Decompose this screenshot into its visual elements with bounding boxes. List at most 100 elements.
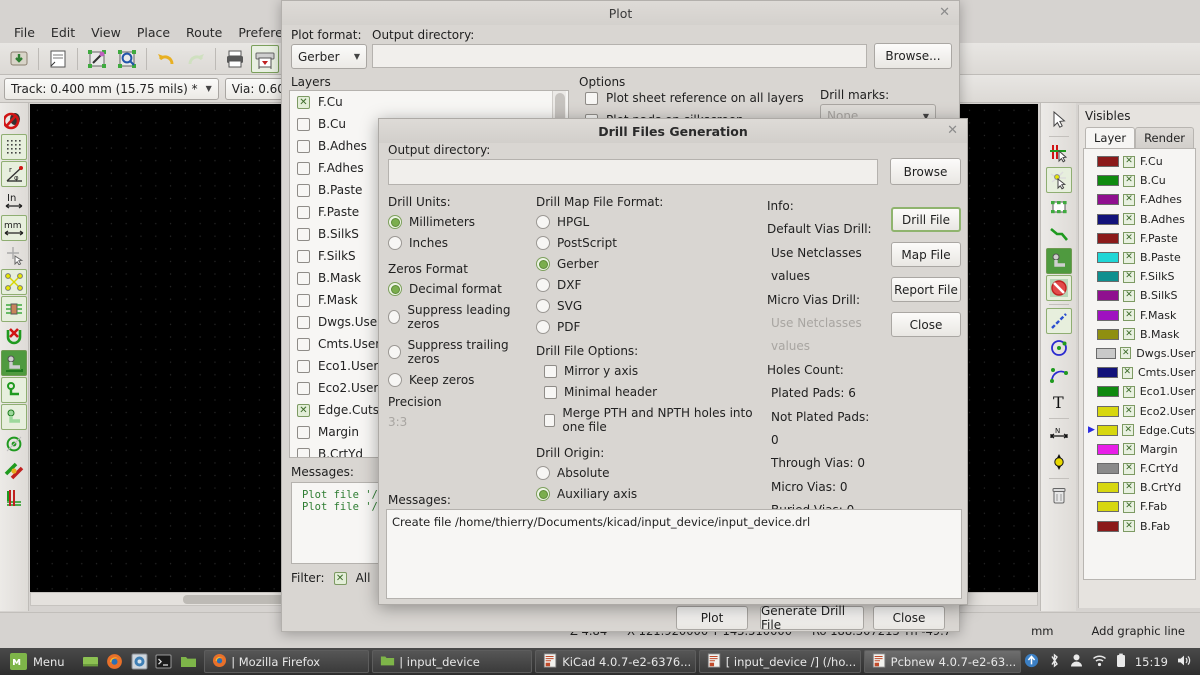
layer-color-swatch[interactable] <box>1097 309 1119 321</box>
checkbox-layer-b-paste[interactable] <box>297 183 310 197</box>
show-zones-outline-icon[interactable] <box>1 404 27 430</box>
layer-color-swatch[interactable] <box>1097 290 1119 302</box>
menu-item-view[interactable]: View <box>83 23 129 42</box>
update-manager-icon[interactable] <box>1024 653 1039 671</box>
tab-layer[interactable]: Layer <box>1085 127 1136 148</box>
track-sketch-icon[interactable] <box>1 458 27 484</box>
layer-color-swatch[interactable] <box>1097 501 1119 513</box>
units-mm-icon[interactable]: mm <box>1 215 27 241</box>
checkbox-layer-b-mask[interactable] <box>297 271 310 285</box>
visibles-layer-row[interactable]: ✕ Cmts.User <box>1084 363 1195 382</box>
checkbox-layer-f-paste[interactable] <box>297 205 310 219</box>
radio-indicator[interactable] <box>388 373 402 387</box>
add-zone-icon[interactable] <box>1045 248 1072 274</box>
bluetooth-icon[interactable] <box>1048 653 1061 671</box>
visibles-layer-row[interactable]: ✕ Margin <box>1084 440 1195 459</box>
visibles-layer-row[interactable]: ✕ F.Mask <box>1084 306 1195 325</box>
visibles-layer-row[interactable]: ✕ Eco2.User <box>1084 401 1195 420</box>
add-text-icon[interactable]: T <box>1046 389 1072 415</box>
radio-gerber[interactable]: Gerber <box>536 257 766 271</box>
layer-color-swatch[interactable] <box>1096 405 1119 417</box>
delete-icon[interactable] <box>1046 482 1072 508</box>
polar-coords-icon[interactable]: rφ <box>1 161 27 187</box>
visibles-layer-row[interactable]: ✕ F.Cu <box>1084 152 1195 171</box>
menu-item-edit[interactable]: Edit <box>43 23 83 42</box>
checkbox-visible-f-fab[interactable]: ✕ <box>1123 500 1135 513</box>
checkbox-visible-f-cu[interactable]: ✕ <box>1123 155 1135 168</box>
image-viewer-launcher-icon[interactable] <box>130 652 150 672</box>
checkbox-mirror-y-axis[interactable] <box>544 364 557 378</box>
radio-suppress-leading-zeros[interactable]: Suppress leading zeros <box>388 303 528 331</box>
checkbox-visible-b-fab[interactable]: ✕ <box>1123 520 1135 533</box>
start-menu-button[interactable]: Menu <box>0 650 73 673</box>
radio-indicator[interactable] <box>388 236 402 250</box>
add-track-icon[interactable] <box>1046 221 1072 247</box>
checkbox-layer-b-adhes[interactable] <box>297 139 310 153</box>
checkbox-visible-eco2-user[interactable]: ✕ <box>1122 405 1135 418</box>
add-dimension-icon[interactable]: N <box>1046 422 1072 448</box>
checkbox-layer-f-adhes[interactable] <box>297 161 310 175</box>
checkbox-layer-f-mask[interactable] <box>297 293 310 307</box>
plot-icon[interactable] <box>251 44 279 73</box>
task-pcbnew[interactable]: Pcbnew 4.0.7-e2-63... <box>863 650 1021 673</box>
drill-close-button[interactable]: Close <box>891 312 961 337</box>
radio-dxf[interactable]: DXF <box>536 278 766 292</box>
checkbox-visible-eco1-user[interactable]: ✕ <box>1122 385 1135 398</box>
auto-delete-track-icon[interactable] <box>1 323 27 349</box>
checkbox-layer-b-silks[interactable] <box>297 227 310 241</box>
layer-color-swatch[interactable] <box>1097 175 1119 187</box>
radio-inches[interactable]: Inches <box>388 236 528 250</box>
layer-color-swatch[interactable] <box>1097 520 1119 532</box>
checkbox-visible-b-adhes[interactable]: ✕ <box>1123 213 1135 226</box>
radio-decimal-format[interactable]: Decimal format <box>388 282 528 296</box>
undo-icon[interactable] <box>152 45 180 73</box>
visibles-layer-row[interactable]: ✕ Dwgs.User <box>1084 344 1195 363</box>
visibles-layer-row[interactable]: ✕ F.Fab <box>1084 497 1195 516</box>
checkbox-plot-sheet-ref[interactable] <box>585 91 598 105</box>
radio-auxiliary-axis[interactable]: Auxiliary axis <box>536 487 766 501</box>
radio-hpgl[interactable]: HPGL <box>536 215 766 229</box>
plot-layer-row[interactable]: ✕ F.Cu <box>290 91 568 113</box>
visibles-layer-row[interactable]: ✕ F.SilkS <box>1084 267 1195 286</box>
page-settings-icon[interactable] <box>44 45 72 73</box>
checkbox-visible-f-mask[interactable]: ✕ <box>1123 309 1135 322</box>
drill-file-button[interactable]: Drill File <box>891 207 961 232</box>
layer-color-swatch[interactable] <box>1097 463 1119 475</box>
layer-color-swatch[interactable] <box>1097 232 1119 244</box>
select-net-icon[interactable] <box>1045 167 1072 193</box>
checkbox-layer-dwgs-user[interactable] <box>297 315 310 329</box>
radio-millimeters[interactable]: Millimeters <box>388 215 528 229</box>
checkbox-visible-b-paste[interactable]: ✕ <box>1123 251 1135 264</box>
visibles-layer-row[interactable]: ▶ ✕ Edge.Cuts <box>1084 421 1195 440</box>
visibles-layer-row[interactable]: ✕ B.Mask <box>1084 325 1195 344</box>
menu-item-route[interactable]: Route <box>178 23 230 42</box>
plot-button[interactable]: Plot <box>676 606 748 630</box>
radio-indicator[interactable] <box>536 236 550 250</box>
close-icon[interactable]: ✕ <box>939 5 950 20</box>
radio-postscript[interactable]: PostScript <box>536 236 766 250</box>
layer-color-swatch[interactable] <box>1097 482 1119 494</box>
checkbox-layer-eco1-user[interactable] <box>297 359 310 373</box>
task-mozilla-firefox[interactable]: | Mozilla Firefox <box>204 650 370 673</box>
checkbox-layer-margin[interactable] <box>297 425 310 439</box>
layer-color-swatch[interactable] <box>1097 271 1119 283</box>
radio-indicator[interactable] <box>536 278 550 292</box>
wifi-icon[interactable] <box>1092 654 1107 670</box>
highlight-net-icon[interactable] <box>1046 140 1072 166</box>
checkbox-layer-edge-cuts[interactable]: ✕ <box>297 403 310 417</box>
checkbox-merge-pth-npth-row[interactable]: Merge PTH and NPTH holes into one file <box>544 406 766 434</box>
option-plot-sheet-ref[interactable]: Plot sheet reference on all layers <box>585 91 804 105</box>
radio-indicator[interactable] <box>536 215 550 229</box>
track-width-selector[interactable]: Track: 0.400 mm (15.75 mils) * ▼ <box>4 77 219 100</box>
visibles-layer-row[interactable]: ✕ F.Paste <box>1084 229 1195 248</box>
visibles-layer-row[interactable]: ✕ B.Fab <box>1084 517 1195 536</box>
radio-indicator[interactable] <box>388 282 402 296</box>
add-line-icon[interactable] <box>1045 308 1072 334</box>
layer-color-swatch[interactable] <box>1097 252 1119 264</box>
show-ratsnest-icon[interactable] <box>1 269 27 295</box>
checkbox-visible-f-adhes[interactable]: ✕ <box>1123 193 1135 206</box>
radio-indicator[interactable] <box>536 299 550 313</box>
checkbox-visible-b-cu[interactable]: ✕ <box>1123 174 1135 187</box>
generate-drill-file-button[interactable]: Generate Drill File <box>760 604 864 632</box>
checkbox-layer-f-cu[interactable]: ✕ <box>297 95 310 109</box>
